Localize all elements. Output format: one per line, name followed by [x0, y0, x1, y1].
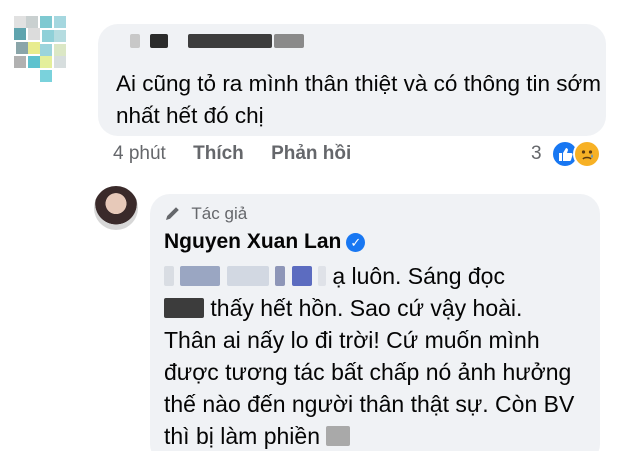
blurred-commenter-name — [150, 34, 168, 48]
comment-time: 4 phút — [113, 143, 166, 164]
comment-bubble: Ai cũng tỏ ra mình thân thiệt và có thôn… — [98, 24, 606, 136]
pen-icon — [166, 207, 179, 220]
blurred-commenter-name — [130, 34, 140, 48]
blurred-text — [180, 266, 221, 286]
blurred-text — [164, 266, 174, 286]
reactions-summary[interactable] — [551, 140, 613, 168]
blurred-text — [164, 298, 204, 318]
reaction-count[interactable]: 3 — [531, 143, 542, 165]
pixelated-avatar[interactable] — [14, 16, 80, 96]
comment-actions: 4 phút Thích Phản hồi — [113, 143, 373, 165]
blurred-text — [317, 266, 326, 286]
author-badge-label: Tác giả — [191, 204, 248, 223]
author-badge: Tác giả — [164, 204, 247, 224]
like-button[interactable]: Thích — [193, 143, 244, 165]
reply-line-3: Thân ai nấy lo đi trời! Cứ muốn mình đượ… — [164, 327, 575, 449]
sad-face-icon — [573, 140, 601, 168]
comment-text: Ai cũng tỏ ra mình thân thiệt và có thôn… — [116, 71, 602, 128]
author-name-row[interactable]: Nguyen Xuan Lan ✓ — [164, 230, 366, 254]
reply-bubble: Tác giả Nguyen Xuan Lan ✓ ạ luôn. Sáng đọ… — [150, 194, 600, 451]
blurred-text — [326, 426, 351, 446]
blurred-commenter-name — [274, 34, 304, 48]
reply-button[interactable]: Phản hồi — [271, 143, 351, 165]
author-avatar[interactable] — [94, 186, 138, 230]
reply-line-1: ạ luôn. Sáng đọc — [332, 263, 505, 289]
blurred-text — [226, 266, 269, 286]
reply-text: ạ luôn. Sáng đọc thấy hết hồn. Sao cứ vậ… — [164, 260, 594, 451]
verified-badge-icon: ✓ — [346, 233, 366, 252]
blurred-commenter-name — [188, 34, 272, 48]
reply-line-2: thấy hết hồn. Sao cứ vậy hoài. — [210, 295, 523, 321]
blurred-text — [291, 266, 312, 286]
blurred-text — [275, 266, 286, 286]
author-name[interactable]: Nguyen Xuan Lan — [164, 230, 341, 253]
